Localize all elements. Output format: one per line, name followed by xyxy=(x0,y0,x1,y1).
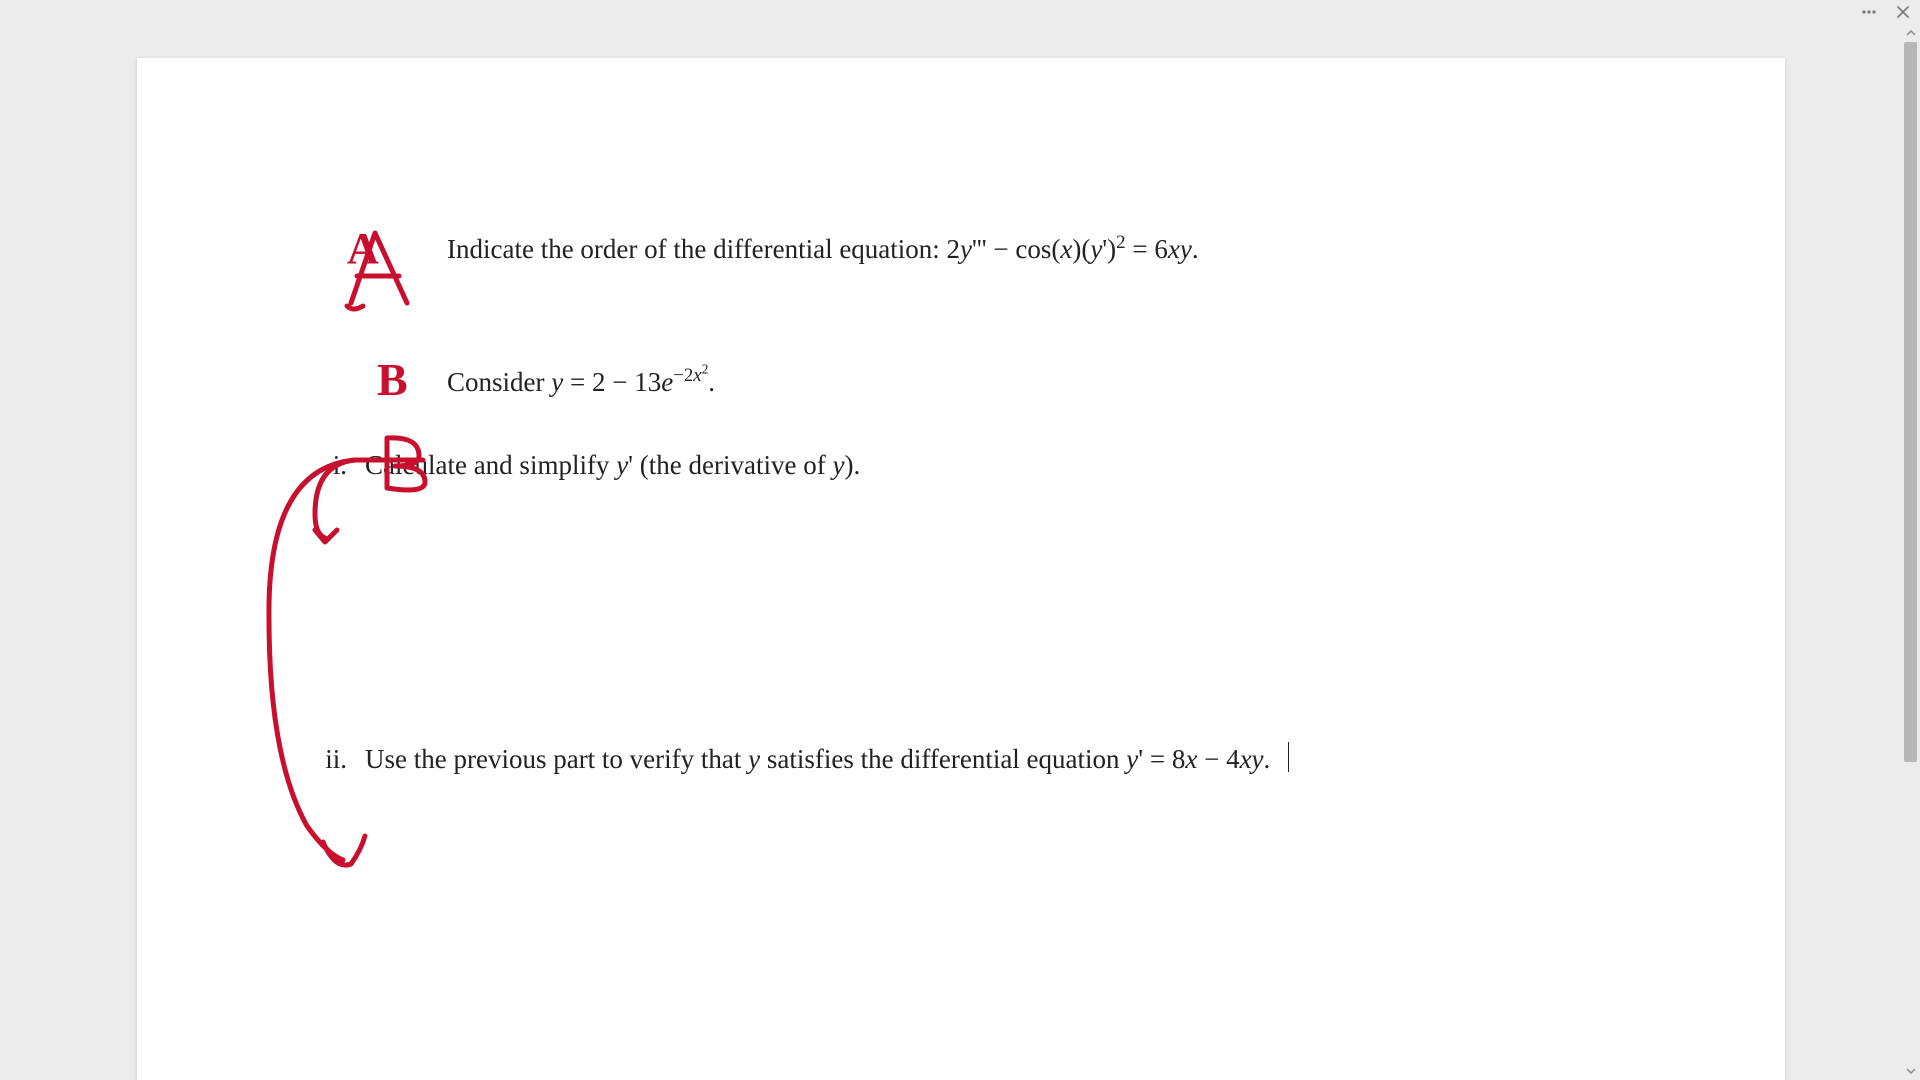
question-a-equation: 2y''' − cos(x)(y')2 = 6xy. xyxy=(947,234,1199,264)
question-a-label: A xyxy=(347,214,379,284)
part-ii-number: ii. xyxy=(307,738,347,781)
document-content: A Indicate the order of the differential… xyxy=(137,58,1785,911)
part-ii-text: Use the previous part to verify that y s… xyxy=(365,738,1585,781)
question-b-given: y = 2 − 13e−2x2. xyxy=(551,367,715,397)
more-icon[interactable] xyxy=(1860,3,1878,21)
top-bar xyxy=(0,0,1920,25)
question-a-intro: Indicate the order of the differential e… xyxy=(447,234,947,264)
question-b-label: B xyxy=(377,343,408,417)
question-a: A Indicate the order of the differential… xyxy=(337,228,1585,271)
scroll-thumb[interactable] xyxy=(1904,42,1917,762)
question-b: B Consider y = 2 − 13e−2x2. i. Calculate… xyxy=(337,361,1585,781)
question-b-part-i: i. Calculate and simplify y' (the deriva… xyxy=(307,444,1585,487)
part-i-text: Calculate and simplify y' (the derivativ… xyxy=(365,444,1585,487)
scroll-up-icon[interactable] xyxy=(1901,24,1920,42)
close-icon[interactable] xyxy=(1894,3,1912,21)
text-cursor xyxy=(1288,742,1289,772)
question-b-parts: i. Calculate and simplify y' (the deriva… xyxy=(307,444,1585,780)
scroll-down-icon[interactable] xyxy=(1901,1062,1920,1080)
question-b-intro-line: Consider y = 2 − 13e−2x2. xyxy=(447,361,1585,404)
vertical-scrollbar[interactable] xyxy=(1901,24,1920,1080)
document-page: A Indicate the order of the differential… xyxy=(137,58,1785,1080)
question-b-part-ii: ii. Use the previous part to verify that… xyxy=(307,738,1585,781)
question-a-body: Indicate the order of the differential e… xyxy=(447,228,1585,271)
part-i-number: i. xyxy=(307,444,347,487)
question-b-intro: Consider xyxy=(447,367,551,397)
document-scroll-area[interactable]: A Indicate the order of the differential… xyxy=(0,24,1901,1080)
app-viewport: A Indicate the order of the differential… xyxy=(0,0,1920,1080)
